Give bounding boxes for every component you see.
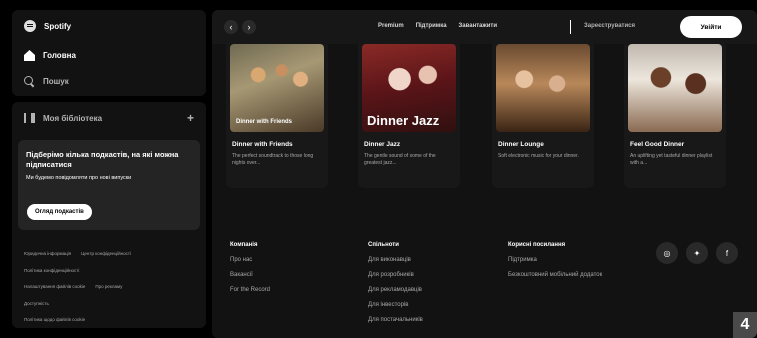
page-number-badge: 4 (733, 312, 757, 338)
sidebar-item-label: Головна (43, 51, 76, 60)
footer-link[interactable]: For the Record (230, 287, 270, 293)
spotify-logo[interactable]: Spotify (24, 20, 71, 32)
twitter-icon[interactable]: ✦ (686, 242, 708, 264)
top-links: Premium Підтримка Завантажити (378, 23, 497, 29)
forward-button[interactable]: › (242, 20, 256, 34)
main-content: Dinner with Friends Dinner with Friends … (212, 10, 757, 338)
playlist-card[interactable]: Feel Good Dinner An uplifting yet tastef… (624, 40, 726, 188)
playlist-title: Dinner Jazz (364, 141, 401, 148)
legal-link[interactable]: Про рекламу (95, 284, 122, 290)
playlist-title: Feel Good Dinner (630, 141, 685, 148)
footer-column-useful-links: Корисні посилання Підтримка Безкоштовний… (508, 242, 628, 287)
facebook-icon[interactable]: f (716, 242, 738, 264)
search-icon (24, 76, 35, 87)
spotify-logo-icon (24, 20, 36, 32)
legal-link[interactable]: Налаштування файлів cookie (24, 284, 85, 290)
login-button[interactable]: Увійти (680, 16, 742, 38)
download-link[interactable]: Завантажити (459, 23, 498, 29)
top-bar: ‹ › Premium Підтримка Завантажити Зареєс… (212, 10, 757, 44)
divider (570, 20, 571, 34)
signup-link[interactable]: Зареєструватися (584, 23, 635, 29)
playlist-description: An uplifting yet tasteful dinner playlis… (630, 153, 713, 167)
footer-heading: Спільноти (368, 242, 399, 248)
playlist-cover (496, 44, 590, 132)
add-playlist-icon[interactable]: + (187, 112, 194, 124)
footer-link[interactable]: Про нас (230, 257, 270, 263)
footer-link[interactable]: Підтримка (508, 257, 628, 263)
playlist-description: The perfect soundtrack to those long nig… (232, 153, 314, 167)
footer-link[interactable]: Безкоштовний мобільний додаток (508, 272, 628, 278)
footer-link[interactable]: Для розробників (368, 272, 423, 278)
podcast-prompt-title: Підберімо кілька подкастів, на які можна… (26, 150, 179, 170)
library-panel: Моя бібліотека + Підберімо кілька подкас… (12, 102, 206, 328)
playlist-card[interactable]: Dinner Lounge Soft electronic music for … (492, 40, 594, 188)
library-title: Моя бібліотека (43, 113, 103, 123)
playlist-cover: Dinner with Friends (230, 44, 324, 132)
legal-link[interactable]: Юридична інформація (24, 251, 71, 257)
podcast-prompt-card: Підберімо кілька подкастів, на які можна… (18, 140, 200, 230)
support-link[interactable]: Підтримка (416, 23, 447, 29)
sidebar-item-label: Пошук (43, 77, 69, 86)
premium-link[interactable]: Premium (378, 23, 404, 29)
back-button[interactable]: ‹ (224, 20, 238, 34)
legal-links: Юридична інформація Центр конфіденційнос… (24, 251, 200, 335)
footer-link[interactable]: Для виконавців (368, 257, 423, 263)
footer-column-communities: Спільноти Для виконавців Для розробників… (368, 242, 423, 332)
footer-link[interactable]: Вакансії (230, 272, 270, 278)
library-button[interactable]: Моя бібліотека (24, 113, 102, 123)
playlist-description: The gentle sound of some of the greatest… (364, 153, 436, 167)
playlist-card[interactable]: Dinner Jazz Dinner Jazz The gentle sound… (358, 40, 460, 188)
footer-column-company: Компанія Про нас Вакансії For the Record (230, 242, 270, 302)
sidebar-item-search[interactable]: Пошук (24, 76, 69, 87)
browse-podcasts-button[interactable]: Огляд подкастів (27, 204, 92, 220)
legal-link[interactable]: Політика конфіденційності (24, 268, 79, 274)
playlist-title: Dinner with Friends (232, 141, 293, 148)
instagram-icon[interactable]: ◎ (656, 242, 678, 264)
legal-link[interactable]: Доступність (24, 301, 49, 307)
footer-heading: Компанія (230, 242, 258, 248)
sidebar-nav: Spotify Головна Пошук (12, 10, 206, 96)
logo-text: Spotify (44, 21, 72, 31)
sidebar-item-home[interactable]: Головна (24, 50, 76, 61)
library-header: Моя бібліотека + (24, 112, 194, 124)
footer-heading: Корисні посилання (508, 242, 566, 248)
playlist-description: Soft electronic music for your dinner. (498, 153, 579, 159)
footer-link[interactable]: Для інвесторів (368, 302, 423, 308)
playlist-cover: Dinner Jazz (362, 44, 456, 132)
legal-link[interactable]: Політика щодо файлів cookie (24, 317, 85, 323)
legal-link[interactable]: Центр конфіденційності (81, 251, 131, 257)
home-icon (24, 50, 35, 61)
podcast-prompt-subtitle: Ми будемо повідомляти про нові випуски (26, 175, 132, 182)
playlist-cover (628, 44, 722, 132)
footer-link[interactable]: Для постачальників (368, 317, 423, 323)
playlist-card[interactable]: Dinner with Friends Dinner with Friends … (226, 40, 328, 188)
footer-link[interactable]: Для рекламодавців (368, 287, 423, 293)
cover-text: Dinner Jazz (367, 113, 440, 128)
cover-text: Dinner with Friends (236, 119, 293, 126)
playlist-title: Dinner Lounge (498, 141, 544, 148)
library-icon (24, 113, 35, 123)
